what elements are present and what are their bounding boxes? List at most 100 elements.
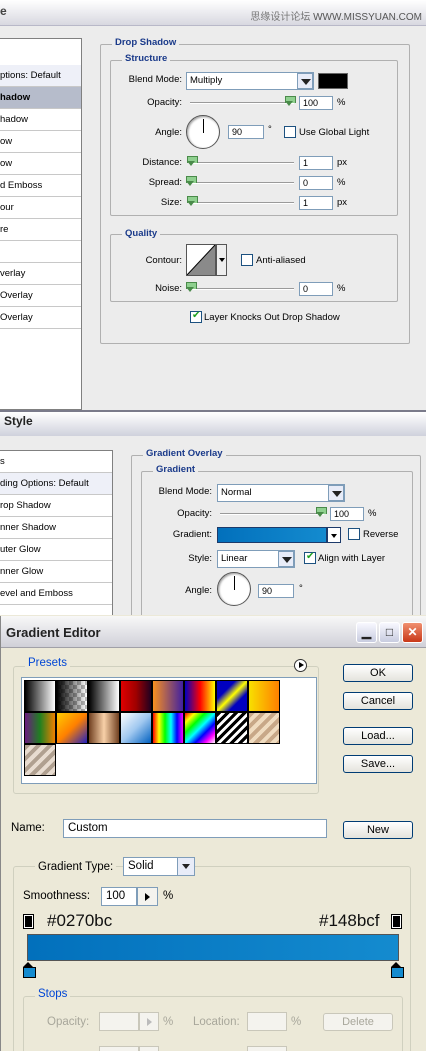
preset-swatch[interactable] [88,712,120,744]
styles-list-item-styles[interactable]: s [0,451,112,473]
distance-slider[interactable] [190,162,294,164]
align-with-layer-checkbox[interactable] [304,551,316,564]
stop-opacity-stepper[interactable] [139,1012,159,1031]
color-stop-left-icon[interactable] [23,962,36,978]
angle-field[interactable]: 90 [228,125,264,139]
maximize-button[interactable]: □ [379,622,400,643]
preset-swatch[interactable] [56,712,88,744]
gradient-opacity-slider-thumb[interactable] [316,507,327,517]
chevron-down-icon[interactable] [328,485,344,501]
styles-list-item-gradient-overlay[interactable]: Overlay [0,285,81,307]
anti-aliased-checkbox[interactable] [241,254,253,266]
blend-mode-select[interactable]: Multiply [186,72,314,90]
preset-swatch[interactable] [184,712,216,744]
contour-preview-icon[interactable] [186,244,216,276]
preset-swatch[interactable] [24,744,56,776]
cancel-button[interactable]: Cancel [343,692,413,710]
angle-dial[interactable] [186,115,220,149]
styles-list-item-pattern-overlay[interactable]: Overlay [0,307,81,329]
distance-field[interactable]: 1 [299,156,333,170]
opacity-stop-right-icon[interactable] [391,914,402,929]
styles-list-item-outer-glow[interactable]: ow [0,131,81,153]
preset-swatch[interactable] [248,680,280,712]
ok-button[interactable]: OK [343,664,413,682]
styles-list-item-satin[interactable] [0,241,81,263]
styles-list-item-texture[interactable]: re [0,219,81,241]
opacity-slider[interactable] [190,102,294,104]
styles-list-item-drop-shadow[interactable]: hadow [0,87,81,109]
preset-swatch[interactable] [56,680,88,712]
name-input[interactable]: Custom [63,819,327,838]
gradient-angle-dial[interactable] [217,572,251,606]
gradient-opacity-field[interactable]: 100 [330,507,364,521]
styles-list-item-inner-glow[interactable]: ow [0,153,81,175]
gradient-preview[interactable] [217,527,327,543]
save-button[interactable]: Save... [343,755,413,773]
presets-menu-icon[interactable] [294,659,307,672]
preset-swatch[interactable] [248,712,280,744]
preset-swatch[interactable] [152,712,184,744]
preset-swatch[interactable] [152,680,184,712]
distance-slider-thumb[interactable] [187,156,198,166]
chevron-down-icon[interactable] [297,73,313,89]
gradient-dropdown-button[interactable] [327,527,341,543]
noise-slider[interactable] [190,288,294,290]
stop-location-field[interactable] [247,1012,287,1031]
preset-swatch[interactable] [184,680,216,712]
opacity-field[interactable]: 100 [299,96,333,110]
styles-list-item-bevel-emboss[interactable]: d Emboss [0,175,81,197]
stop-opacity-field[interactable] [99,1012,139,1031]
gradient-bar[interactable] [27,934,399,961]
stop-color-field[interactable] [99,1046,139,1051]
chevron-down-icon[interactable] [177,858,194,875]
delete-button[interactable]: Delete [323,1013,393,1031]
gradient-angle-field[interactable]: 90 [258,584,294,598]
gradient-style-select[interactable]: Linear [217,550,295,568]
stop-color-location-field[interactable] [247,1046,287,1051]
stop-color-stepper[interactable] [139,1046,159,1051]
styles-list-item-blending[interactable]: ding Options: Default [0,473,112,495]
color-stop-right-icon[interactable] [391,962,404,978]
preset-swatch[interactable] [216,680,248,712]
preset-swatch[interactable] [24,680,56,712]
styles-list-item-drop-shadow[interactable]: rop Shadow [0,495,112,517]
smoothness-stepper[interactable] [137,887,158,906]
spread-slider[interactable] [190,182,294,184]
noise-slider-thumb[interactable] [186,282,197,292]
gradient-type-select[interactable]: Solid [123,857,195,876]
minimize-button[interactable]: ▁ [356,622,377,643]
styles-list-item-color-overlay[interactable]: verlay [0,263,81,285]
styles-list-item-blending[interactable]: ptions: Default [0,65,81,87]
size-field[interactable]: 1 [299,196,333,210]
load-button[interactable]: Load... [343,727,413,745]
preset-swatch[interactable] [24,712,56,744]
styles-list-item-outer-glow[interactable]: uter Glow [0,539,112,561]
close-button[interactable]: ✕ [402,622,423,643]
styles-list-item-inner-glow[interactable]: nner Glow [0,561,112,583]
shadow-color-swatch[interactable] [318,73,348,89]
styles-list-item-inner-shadow[interactable]: hadow [0,109,81,131]
noise-field[interactable]: 0 [299,282,333,296]
gradient-blend-mode-select[interactable]: Normal [217,484,345,502]
use-global-light-checkbox[interactable] [284,126,296,138]
spread-slider-thumb[interactable] [186,176,197,186]
preset-swatch[interactable] [120,712,152,744]
preset-swatch[interactable] [88,680,120,712]
styles-list-item-contour[interactable]: our [0,197,81,219]
chevron-down-icon[interactable] [278,551,294,567]
preset-swatch[interactable] [120,680,152,712]
new-button[interactable]: New [343,821,413,839]
opacity-slider-thumb[interactable] [285,96,296,106]
preset-swatch[interactable] [216,712,248,744]
styles-list-item-bevel-emboss[interactable]: evel and Emboss [0,583,112,605]
styles-list-item-inner-shadow[interactable]: nner Shadow [0,517,112,539]
opacity-stop-left-icon[interactable] [23,914,34,929]
spread-field[interactable]: 0 [299,176,333,190]
size-slider[interactable] [190,202,294,204]
layer-knocks-out-checkbox[interactable] [190,310,202,323]
smoothness-field[interactable]: 100 [101,887,137,906]
size-slider-thumb[interactable] [187,196,198,206]
gradient-opacity-slider[interactable] [220,513,324,515]
reverse-checkbox[interactable] [348,528,360,540]
contour-dropdown-button[interactable] [216,244,227,276]
